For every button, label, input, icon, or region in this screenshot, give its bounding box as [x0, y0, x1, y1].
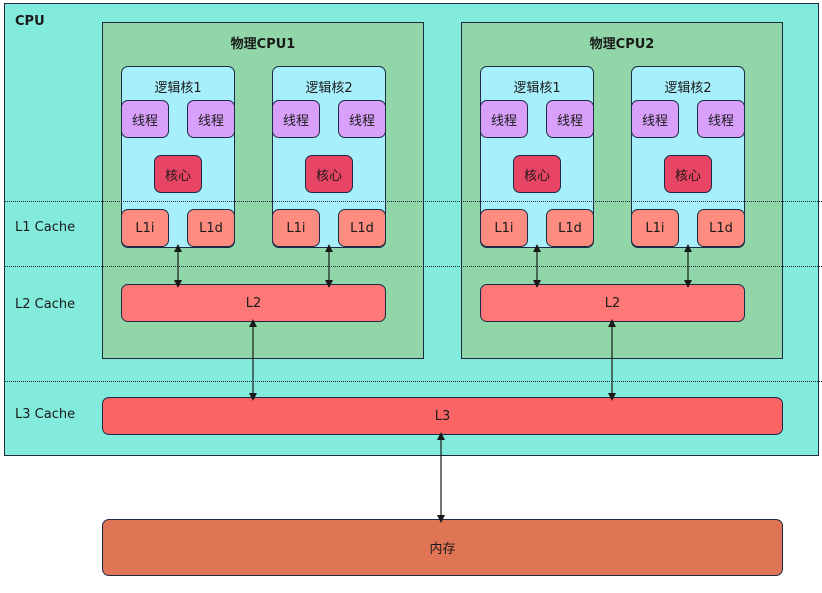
connector-arrows: [174, 244, 692, 523]
